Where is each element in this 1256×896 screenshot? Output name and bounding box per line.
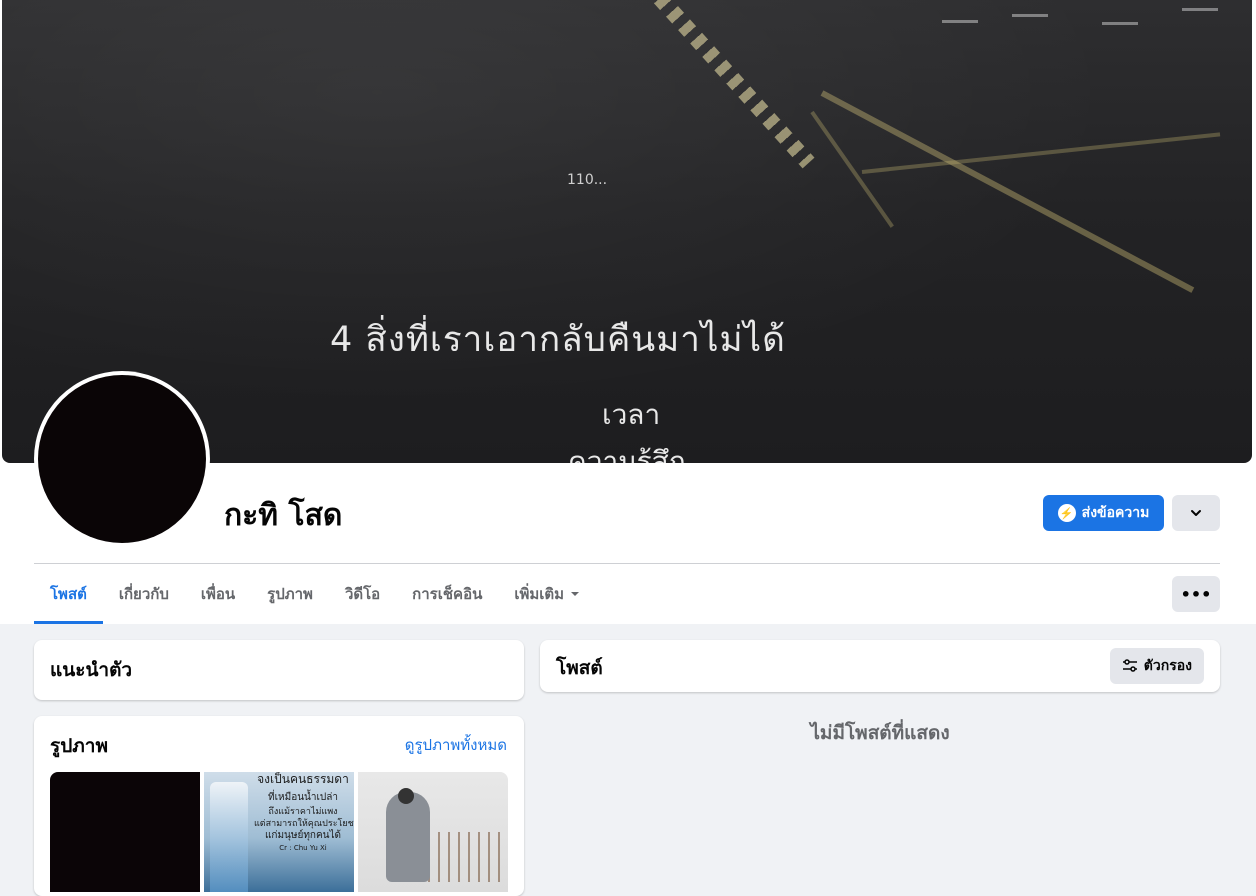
- filter-sliders-icon: [1122, 659, 1137, 672]
- chevron-down-icon: [1191, 510, 1201, 516]
- photo-thumbnail[interactable]: จงเป็นคนธรรมดา ที่เหมือนน้ำเปล่า ถึงแม้ร…: [204, 772, 354, 892]
- photos-title: รูปภาพ: [50, 735, 108, 757]
- caret-down-icon: [571, 592, 580, 596]
- no-posts-message: ไม่มีโพสต์ที่แสดง: [810, 722, 950, 744]
- tab-label: รูปภาพ: [267, 585, 313, 603]
- tab-posts[interactable]: โพสต์: [34, 564, 103, 624]
- tab-label: วิดีโอ: [344, 585, 381, 603]
- photo-thumbnail[interactable]: [50, 772, 200, 892]
- posts-card: โพสต์ ตัวกรอง: [540, 640, 1220, 692]
- photo-caption-line: Cr : Chu Yu Xi: [279, 844, 327, 852]
- cover-photo[interactable]: 110... 4 สิ่งที่เราเอากลับคืนมาไม่ได้ เว…: [2, 0, 1252, 463]
- person-image: [386, 792, 430, 882]
- cover-quote-line: ความรู้สึก: [568, 445, 686, 463]
- photo-grid: จงเป็นคนธรรมดา ที่เหมือนน้ำเปล่า ถึงแม้ร…: [50, 772, 508, 892]
- profile-tabs: โพสต์ เกี่ยวกับ เพื่อน รูปภาพ วิดีโอ การ…: [34, 564, 596, 624]
- filter-label: ตัวกรอง: [1143, 658, 1192, 674]
- tab-more[interactable]: เพิ่มเติม: [498, 564, 596, 624]
- profile-avatar[interactable]: [34, 371, 210, 547]
- intro-card: แนะนำตัว: [34, 640, 524, 700]
- send-message-label: ส่งข้อความ: [1081, 504, 1150, 520]
- ellipsis-icon: •••: [1180, 584, 1212, 604]
- tab-label: โพสต์: [50, 585, 87, 603]
- more-options-button[interactable]: •••: [1172, 576, 1220, 612]
- avatar-image: [38, 375, 206, 543]
- tab-label: เพื่อน: [200, 585, 236, 603]
- tab-label: การเช็คอิน: [412, 585, 483, 603]
- water-glass-image: [210, 782, 248, 892]
- see-all-photos-link[interactable]: ดูรูปภาพทั้งหมด: [405, 733, 507, 757]
- messenger-icon: ⚡: [1057, 504, 1076, 522]
- photos-card: รูปภาพ ดูรูปภาพทั้งหมด จงเป็นคนธรรมดา ที…: [34, 716, 524, 896]
- send-message-button[interactable]: ⚡ ส่งข้อความ: [1043, 495, 1164, 531]
- cover-small-text: 110...: [567, 172, 608, 188]
- cover-quote-line: 4 สิ่งที่เราเอากลับคืนมาไม่ได้: [330, 320, 786, 360]
- tab-checkins[interactable]: การเช็คอิน: [396, 564, 498, 624]
- tab-friends[interactable]: เพื่อน: [185, 564, 251, 624]
- photo-caption-line: แก่มนุษย์ทุกคนได้: [264, 830, 342, 841]
- rope-bridge-image: [418, 832, 508, 882]
- tab-photos[interactable]: รูปภาพ: [251, 564, 329, 624]
- filter-button[interactable]: ตัวกรอง: [1109, 648, 1204, 684]
- profile-name: กะทิ โสด: [224, 498, 343, 533]
- tab-about[interactable]: เกี่ยวกับ: [103, 564, 185, 624]
- photo-thumbnail[interactable]: [358, 772, 508, 892]
- intro-title: แนะนำตัว: [50, 659, 133, 681]
- person-head-image: [398, 788, 414, 804]
- tab-videos[interactable]: วิดีโอ: [329, 564, 396, 624]
- photo-caption-line: จงเป็นคนธรรมดา: [257, 772, 349, 786]
- posts-title: โพสต์: [556, 657, 603, 679]
- tab-label: เกี่ยวกับ: [118, 585, 169, 603]
- photo-caption-line: ที่เหมือนน้ำเปล่า: [268, 792, 338, 803]
- tab-label: เพิ่มเติม: [514, 585, 565, 603]
- profile-header: 110... 4 สิ่งที่เราเอากลับคืนมาไม่ได้ เว…: [0, 0, 1256, 624]
- cover-quote-line: เวลา: [602, 398, 661, 431]
- profile-options-button[interactable]: [1172, 495, 1220, 531]
